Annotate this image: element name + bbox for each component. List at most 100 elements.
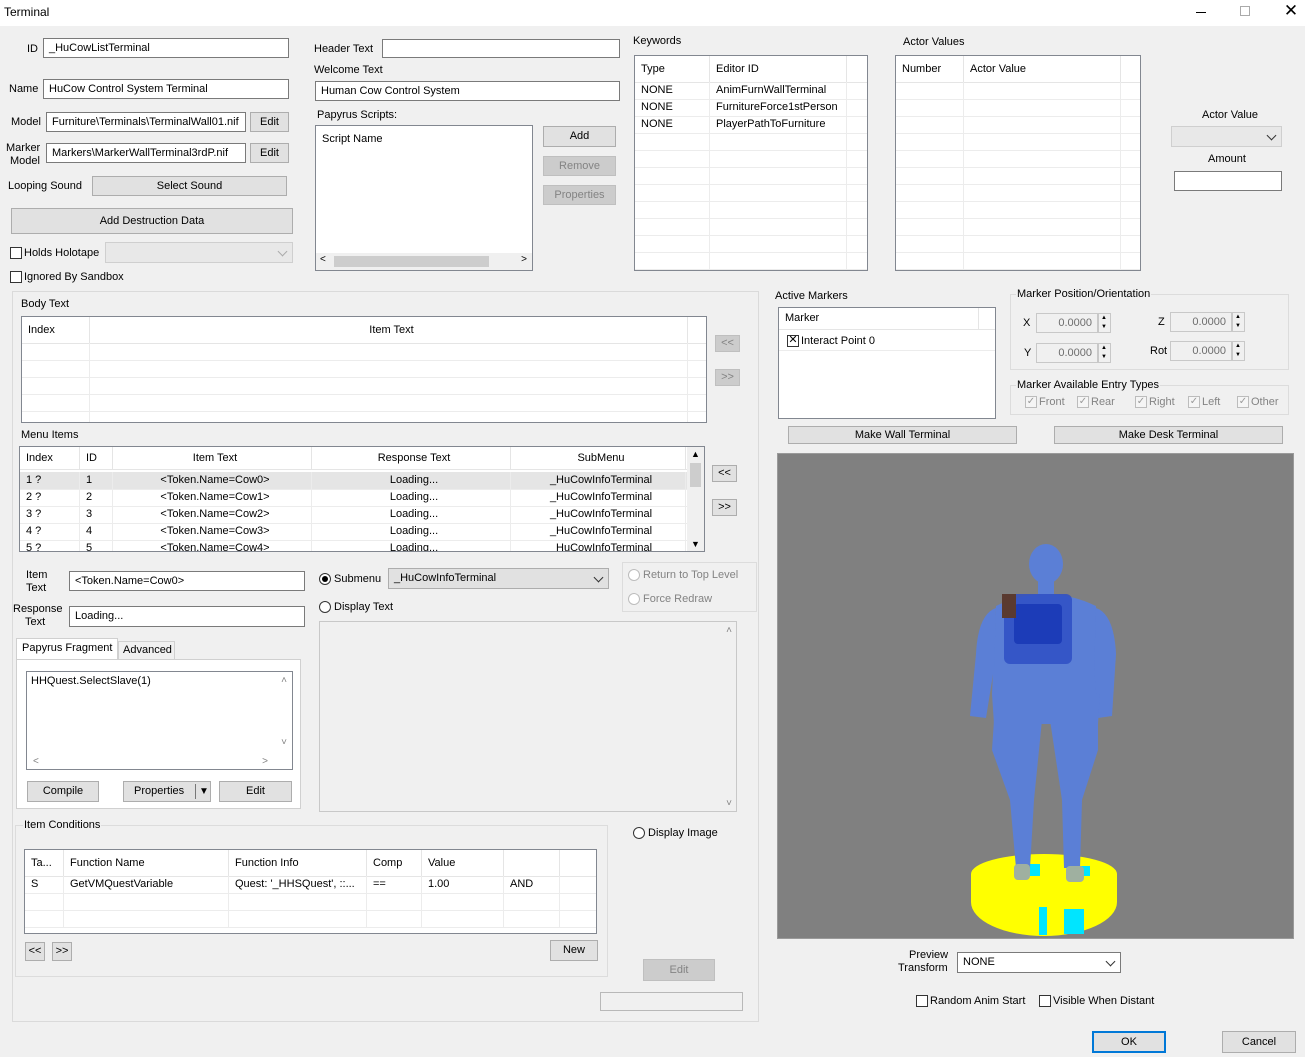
- scroll-up-icon[interactable]: ▲: [691, 449, 700, 459]
- tab-advanced[interactable]: Advanced: [118, 641, 175, 659]
- holds-holotape-checkbox[interactable]: [10, 247, 22, 259]
- display-image-radio[interactable]: [633, 827, 645, 839]
- body-text-list[interactable]: Index Item Text: [21, 316, 707, 423]
- add-destruction-button[interactable]: Add Destruction Data: [11, 208, 293, 234]
- fragment-edit-button[interactable]: Edit: [219, 781, 292, 802]
- keyword-row[interactable]: NONE AnimFurnWallTerminal: [635, 82, 867, 100]
- table-row[interactable]: 2 ? 2 <Token.Name=Cow1> Loading... _HuCowInf…: [20, 489, 704, 507]
- caret-down-icon[interactable]: ▼: [199, 782, 209, 801]
- item-text-field[interactable]: <Token.Name=Cow0>: [69, 571, 305, 591]
- visible-when-distant-checkbox[interactable]: [1039, 995, 1051, 1007]
- response-text-field[interactable]: Loading...: [69, 606, 305, 627]
- keyword-row[interactable]: NONE PlayerPathToFurniture: [635, 116, 867, 134]
- scripts-list[interactable]: Script Name < >: [315, 125, 533, 271]
- select-sound-button[interactable]: Select Sound: [92, 176, 287, 196]
- marker-row[interactable]: ✕ Interact Point 0: [779, 333, 995, 351]
- return-top-level-radio[interactable]: [628, 569, 640, 581]
- close-icon[interactable]: ✕: [1282, 2, 1300, 20]
- spin-icon: ▲ ▼: [1235, 314, 1241, 329]
- force-redraw-radio[interactable]: [628, 593, 640, 605]
- conditions-new-button[interactable]: New: [550, 940, 598, 961]
- model-field[interactable]: Furniture\Terminals\TerminalWall01.nif: [46, 112, 246, 132]
- entry-right-checkbox[interactable]: ✓: [1135, 396, 1147, 408]
- x-field[interactable]: 0.0000: [1036, 313, 1098, 333]
- preview-viewport[interactable]: [777, 453, 1294, 939]
- welcome-text-field[interactable]: Human Cow Control System: [315, 81, 620, 101]
- conditions-next-button[interactable]: >>: [52, 942, 72, 961]
- ok-button[interactable]: OK: [1092, 1031, 1166, 1053]
- entry-other-checkbox[interactable]: ✓: [1237, 396, 1249, 408]
- make-desk-terminal-button[interactable]: Make Desk Terminal: [1054, 426, 1283, 444]
- entry-rear-checkbox[interactable]: ✓: [1077, 396, 1089, 408]
- compile-button[interactable]: Compile: [27, 781, 99, 802]
- actor-value-dropdown[interactable]: [1171, 126, 1282, 147]
- model-edit-button[interactable]: Edit: [250, 112, 289, 132]
- scroll-up-icon[interactable]: ˄: [281, 675, 287, 686]
- y-field[interactable]: 0.0000: [1036, 343, 1098, 363]
- cancel-button[interactable]: Cancel: [1222, 1031, 1296, 1053]
- z-field[interactable]: 0.0000: [1170, 312, 1232, 332]
- script-properties-button[interactable]: Properties: [543, 185, 616, 205]
- scroll-down-icon[interactable]: ▼: [691, 539, 700, 549]
- maximize-icon[interactable]: [1240, 6, 1250, 16]
- add-script-button[interactable]: Add: [543, 126, 616, 147]
- active-markers-list[interactable]: Marker ✕ Interact Point 0: [778, 307, 996, 419]
- display-text-area[interactable]: ˄ ˅: [319, 621, 737, 812]
- remove-script-button[interactable]: Remove: [543, 156, 616, 176]
- make-wall-terminal-button[interactable]: Make Wall Terminal: [788, 426, 1017, 444]
- actor-values-list[interactable]: Number Actor Value: [895, 55, 1141, 271]
- rot-field[interactable]: 0.0000: [1170, 341, 1232, 361]
- ignored-by-sandbox-checkbox[interactable]: [10, 271, 22, 283]
- scroll-right-icon[interactable]: >: [521, 254, 527, 265]
- submenu-radio[interactable]: [319, 573, 331, 585]
- marker-checkbox[interactable]: ✕: [787, 335, 799, 347]
- body-next-button[interactable]: >>: [715, 369, 740, 386]
- y-spinner[interactable]: ▲ ▼: [1098, 343, 1111, 363]
- scroll-left-icon[interactable]: <: [320, 254, 326, 265]
- menu-next-button[interactable]: >>: [712, 499, 737, 516]
- table-row[interactable]: 4 ? 4 <Token.Name=Cow3> Loading... _HuCowInf…: [20, 523, 704, 541]
- tab-papyrus-fragment[interactable]: Papyrus Fragment: [16, 638, 118, 660]
- empty-row: [896, 150, 1140, 168]
- keyword-row[interactable]: NONE FurnitureForce1stPerson: [635, 99, 867, 117]
- id-field[interactable]: _HuCowListTerminal: [43, 38, 289, 58]
- minimize-icon[interactable]: [1196, 12, 1206, 13]
- table-row[interactable]: 5 ? 5 <Token.Name=Cow4> Loading... _HuCowInf…: [20, 540, 704, 551]
- rot-spinner[interactable]: ▲ ▼: [1232, 341, 1245, 361]
- display-text-radio[interactable]: [319, 601, 331, 613]
- scroll-down-icon[interactable]: ˅: [281, 737, 287, 748]
- random-anim-checkbox[interactable]: [916, 995, 928, 1007]
- scroll-thumb[interactable]: [334, 256, 489, 267]
- scripts-hscrollbar[interactable]: < >: [316, 253, 532, 270]
- menu-vscrollbar[interactable]: ▲ ▼: [687, 447, 704, 551]
- table-row[interactable]: 3 ? 3 <Token.Name=Cow2> Loading... _HuCowInf…: [20, 506, 704, 524]
- table-row[interactable]: S GetVMQuestVariable Quest: '_HHSQuest', :…: [25, 876, 596, 894]
- conditions-prev-button[interactable]: <<: [25, 942, 45, 961]
- scroll-thumb[interactable]: [690, 463, 701, 487]
- name-field[interactable]: HuCow Control System Terminal: [43, 79, 289, 99]
- x-spinner[interactable]: ▲ ▼: [1098, 313, 1111, 333]
- header-text-field[interactable]: [382, 39, 620, 58]
- body-prev-button[interactable]: <<: [715, 335, 740, 352]
- amount-field[interactable]: [1174, 171, 1282, 191]
- preview-transform-dropdown[interactable]: NONE: [957, 952, 1121, 973]
- keywords-label: Keywords: [633, 35, 682, 47]
- menu-items-list[interactable]: Index ID Item Text Response Text SubMenu…: [19, 446, 705, 552]
- marker-model-edit-button[interactable]: Edit: [250, 143, 289, 163]
- conditions-list[interactable]: Ta... Function Name Function Info Comp V…: [24, 849, 597, 934]
- table-row[interactable]: 1 ? 1 <Token.Name=Cow0> Loading... _HuCowInf…: [20, 472, 704, 490]
- scroll-left-icon[interactable]: <: [33, 756, 39, 767]
- entry-left-checkbox[interactable]: ✓: [1188, 396, 1200, 408]
- entry-front-checkbox[interactable]: ✓: [1025, 396, 1037, 408]
- marker-model-field[interactable]: Markers\MarkerWallTerminal3rdP.nif: [46, 143, 246, 163]
- image-path-field: [600, 992, 743, 1011]
- fragment-code-area[interactable]: HHQuest.SelectSlave(1) ˄ ˅ < >: [26, 671, 293, 770]
- display-image-edit-button[interactable]: Edit: [643, 959, 715, 981]
- menu-prev-button[interactable]: <<: [712, 465, 737, 482]
- keywords-list[interactable]: Type Editor ID NONE AnimFurnWallTerminal N…: [634, 55, 868, 271]
- scroll-right-icon[interactable]: >: [262, 756, 268, 767]
- fragment-properties-button[interactable]: Properties ▼: [123, 781, 211, 802]
- submenu-value: _HuCowInfoTerminal: [394, 572, 497, 584]
- z-spinner[interactable]: ▲ ▼: [1232, 312, 1245, 332]
- submenu-dropdown[interactable]: _HuCowInfoTerminal: [388, 568, 609, 589]
